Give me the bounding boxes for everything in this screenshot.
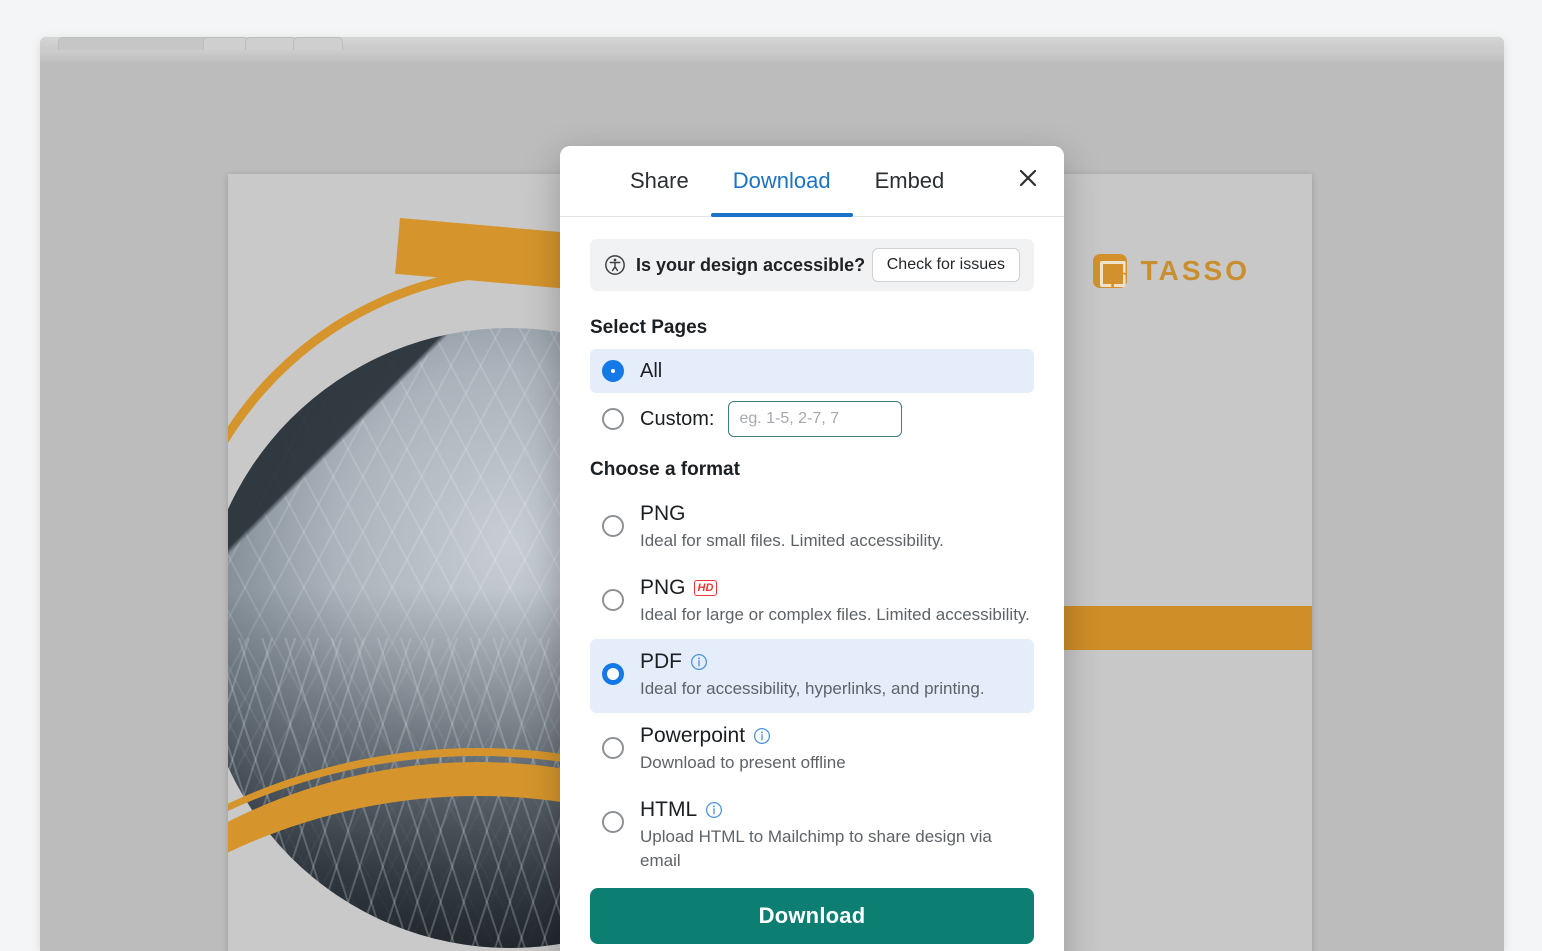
radio-format-png-hd[interactable]: [602, 589, 624, 611]
radio-format-html[interactable]: [602, 811, 624, 833]
download-button[interactable]: Download: [590, 888, 1034, 944]
info-icon[interactable]: [753, 727, 771, 745]
share-download-dialog: Share Download Embed Is your design acce…: [560, 146, 1064, 951]
tab-embed-label: Embed: [874, 168, 945, 193]
format-option-png-hd[interactable]: PNG HD Ideal for large or complex files.…: [590, 565, 1034, 639]
check-for-issues-button[interactable]: Check for issues: [871, 248, 1020, 282]
tasso-mark-icon: [1092, 254, 1127, 288]
format-png-description: Ideal for small files. Limited accessibi…: [640, 531, 944, 550]
tab-download-label: Download: [732, 168, 831, 193]
browser-tabstrip: [40, 37, 1504, 52]
format-pdf-label: PDF: [640, 650, 682, 673]
tab-share-label: Share: [630, 168, 689, 193]
dialog-tabs: Share Download Embed: [560, 146, 1064, 217]
select-pages-title: Select Pages: [590, 317, 708, 338]
format-option-powerpoint[interactable]: Powerpoint Download to present offline: [590, 713, 1034, 787]
close-icon[interactable]: [1010, 160, 1046, 196]
tab-download[interactable]: Download: [710, 146, 853, 217]
format-powerpoint-description: Download to present offline: [640, 753, 846, 772]
format-options-list: PNG Ideal for small files. Limited acces…: [590, 491, 1034, 874]
radio-custom-pages[interactable]: [602, 408, 624, 430]
format-option-html[interactable]: HTML Upload HTML to Mailchimp to share d…: [590, 787, 1034, 874]
radio-format-pdf[interactable]: [602, 663, 624, 685]
accessibility-icon: [604, 254, 626, 276]
tasso-logo: TASSO: [1092, 254, 1250, 288]
browser-window: TASSO DUCT ry ents, 64% have expressed e…: [40, 37, 1504, 951]
choose-format-title: Choose a format: [590, 459, 740, 480]
info-icon[interactable]: [690, 653, 708, 671]
dialog-footer: Download: [560, 874, 1064, 951]
tasso-wordmark: TASSO: [1140, 255, 1250, 286]
radio-format-png[interactable]: [602, 515, 624, 537]
radio-all-pages-label: All: [640, 359, 663, 382]
format-png-hd-description: Ideal for large or complex files. Limite…: [640, 605, 1030, 624]
accessibility-question: Is your design accessible?: [636, 254, 866, 275]
format-html-label: HTML: [640, 798, 698, 821]
format-option-pdf[interactable]: PDF Ideal for accessibility, hyperlinks,…: [590, 639, 1034, 713]
format-png-hd-label: PNG: [640, 576, 686, 599]
radio-custom-pages-label: Custom:: [640, 407, 715, 430]
custom-pages-input[interactable]: [728, 401, 903, 437]
hd-badge: HD: [693, 580, 718, 596]
format-pdf-description: Ideal for accessibility, hyperlinks, and…: [640, 679, 985, 698]
radio-row-custom-pages[interactable]: Custom:: [590, 393, 1034, 445]
screen: TASSO DUCT ry ents, 64% have expressed e…: [0, 0, 1542, 951]
tab-embed[interactable]: Embed: [853, 146, 967, 216]
dialog-header: Share Download Embed: [560, 146, 1064, 217]
format-png-label: PNG: [640, 502, 686, 525]
format-option-png[interactable]: PNG Ideal for small files. Limited acces…: [590, 491, 1034, 565]
radio-row-all-pages[interactable]: All: [590, 349, 1034, 393]
radio-all-pages[interactable]: [602, 360, 624, 382]
radio-format-powerpoint[interactable]: [602, 737, 624, 759]
accessibility-banner: Is your design accessible? Check for iss…: [590, 239, 1034, 291]
info-icon[interactable]: [705, 801, 723, 819]
dialog-body: Is your design accessible? Check for iss…: [560, 217, 1064, 874]
format-powerpoint-label: Powerpoint: [640, 724, 746, 747]
tab-share[interactable]: Share: [608, 146, 711, 216]
browser-viewport: TASSO DUCT ry ents, 64% have expressed e…: [40, 62, 1504, 951]
format-html-description: Upload HTML to Mailchimp to share design…: [640, 827, 992, 870]
